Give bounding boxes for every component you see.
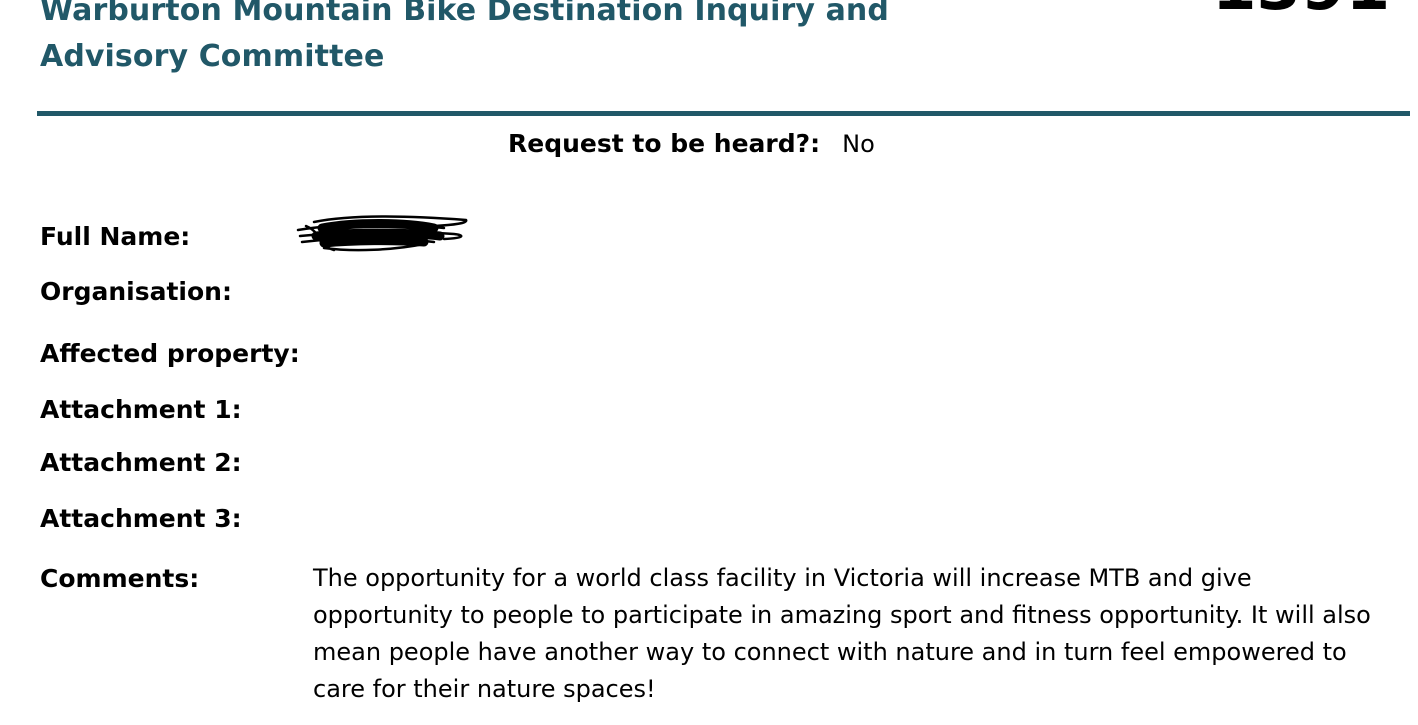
attachment-3-label: Attachment 3: bbox=[40, 504, 242, 533]
submission-number: 1391 bbox=[1212, 0, 1390, 20]
organisation-label: Organisation: bbox=[40, 277, 232, 306]
full-name-label: Full Name: bbox=[40, 222, 191, 251]
comments-text: The opportunity for a world class facili… bbox=[313, 564, 1371, 703]
request-to-be-heard-label: Request to be heard?: bbox=[508, 129, 821, 158]
affected-property-label: Affected property: bbox=[40, 339, 300, 368]
request-to-be-heard-value: No bbox=[842, 130, 875, 158]
attachment-1-label: Attachment 1: bbox=[40, 395, 242, 424]
attachment-2-label: Attachment 2: bbox=[40, 448, 242, 477]
request-to-be-heard: Request to be heard?: No bbox=[508, 124, 875, 167]
document-title: Warburton Mountain Bike Destination Inqu… bbox=[40, 0, 889, 74]
redaction-scribble-icon bbox=[296, 215, 468, 252]
comments-label: Comments: bbox=[40, 564, 200, 593]
header-divider bbox=[37, 111, 1410, 116]
